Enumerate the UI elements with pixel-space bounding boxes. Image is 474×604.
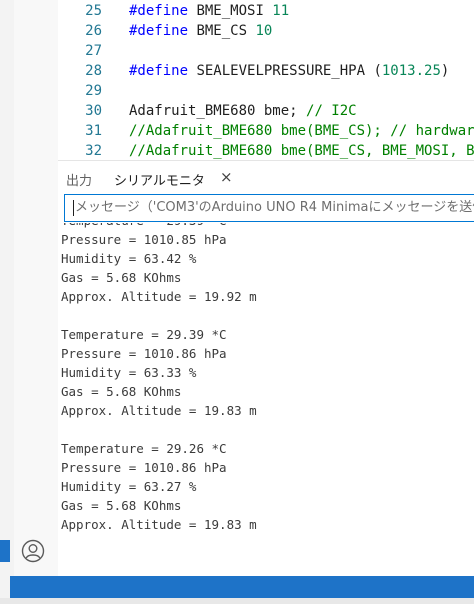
output-line: Gas = 5.68 KOhms — [61, 384, 182, 399]
line-number: 25 — [85, 3, 102, 19]
code-token: #define — [129, 23, 197, 39]
code-text: //Adafruit_BME680 bme(BME_CS, BME_MOSI, … — [129, 141, 474, 160]
code-token: //Adafruit_BME680 bme(BME_CS, BME_MOSI, … — [129, 143, 474, 159]
code-text: //Adafruit_BME680 bme(BME_CS); // hardwa… — [129, 121, 474, 141]
code-token: #define — [129, 63, 197, 79]
output-line: Temperature = 29.39 *C — [61, 223, 227, 230]
tab-serial-monitor[interactable]: シリアルモニタ — [114, 170, 205, 189]
code-line: 26 #define BME_CS 10 — [58, 21, 474, 41]
bottom-panel: 出力 シリアルモニタ × メッセージ（'COM3'のArduino UNO R4… — [58, 160, 474, 577]
code-text: #define BME_CS 10 — [129, 21, 272, 41]
code-token: 10 — [255, 23, 273, 39]
serial-message-input[interactable]: メッセージ（'COM3'のArduino UNO R4 Minimaにメッセージ… — [64, 194, 474, 222]
output-line: Approx. Altitude = 19.83 m — [61, 403, 257, 418]
output-line: Approx. Altitude = 19.83 m — [61, 517, 257, 532]
account-icon — [21, 539, 45, 563]
output-line: Approx. Altitude = 19.92 m — [61, 289, 257, 304]
tab-output[interactable]: 出力 — [66, 170, 92, 189]
code-token: #define — [129, 3, 197, 19]
close-icon[interactable]: × — [220, 168, 233, 186]
code-token: 11 — [272, 3, 290, 19]
line-number: 32 — [85, 143, 102, 159]
line-number: 28 — [85, 63, 102, 79]
account-button[interactable] — [16, 536, 50, 566]
code-editor[interactable]: 25 #define BME_MOSI 11 26 #define BME_CS 10… — [58, 0, 474, 160]
output-line: Pressure = 1010.85 hPa — [61, 232, 227, 247]
panel-tabs: 出力 シリアルモニタ × — [58, 161, 474, 197]
serial-message-placeholder: メッセージ（'COM3'のArduino UNO R4 Minimaにメッセージ… — [75, 200, 474, 215]
code-token: //Adafruit_BME680 bme(BME_CS); // hardwa… — [129, 123, 474, 139]
code-token: SEALEVELPRESSURE_HPA ( — [196, 63, 382, 79]
activity-bar — [0, 0, 14, 604]
code-line: 28 #define SEALEVELPRESSURE_HPA (1013.25) — [58, 61, 474, 81]
bottom-strip — [0, 598, 474, 604]
code-token: Adafruit_BME680 bme; — [129, 103, 307, 119]
side-panel-strip — [10, 0, 59, 604]
code-line: 31 //Adafruit_BME680 bme(BME_CS); // hard… — [58, 121, 474, 141]
code-token: BME_MOSI — [196, 3, 273, 19]
status-bar — [10, 576, 474, 598]
output-line: Humidity = 63.42 % — [61, 251, 197, 266]
output-line: Pressure = 1010.86 hPa — [61, 346, 227, 361]
code-text: #define BME_MOSI 11 — [129, 1, 289, 21]
code-line: 32 //Adafruit_BME680 bme(BME_CS, BME_MOSI… — [58, 141, 474, 160]
code-token: 1013.25 — [381, 63, 441, 79]
output-line: Humidity = 63.27 % — [61, 479, 197, 494]
output-line: Pressure = 1010.86 hPa — [61, 460, 227, 475]
output-line: Gas = 5.68 KOhms — [61, 498, 182, 513]
code-text: #define SEALEVELPRESSURE_HPA (1013.25) — [129, 61, 449, 81]
line-number: 31 — [85, 123, 102, 139]
activity-accent — [0, 540, 10, 562]
line-number: 27 — [85, 43, 102, 59]
output-line: Gas = 5.68 KOhms — [61, 270, 182, 285]
code-text: Adafruit_BME680 bme; // I2C — [129, 101, 357, 121]
code-token: // I2C — [306, 103, 357, 119]
code-line: 30 Adafruit_BME680 bme; // I2C — [58, 101, 474, 121]
output-line: Temperature = 29.39 *C — [61, 327, 227, 342]
code-token: ) — [440, 63, 450, 79]
line-number: 26 — [85, 23, 102, 39]
code-token: BME_CS — [196, 23, 256, 39]
line-number: 29 — [85, 83, 102, 99]
serial-output[interactable]: Temperature = 29.39 *C Pressure = 1010.85… — [58, 223, 474, 577]
text-caret — [73, 199, 74, 216]
code-line: 27 — [58, 41, 474, 61]
line-number: 30 — [85, 103, 102, 119]
output-line: Temperature = 29.26 *C — [61, 441, 227, 456]
output-line: Humidity = 63.33 % — [61, 365, 197, 380]
code-line: 29 — [58, 81, 474, 101]
code-line: 25 #define BME_MOSI 11 — [58, 1, 474, 21]
